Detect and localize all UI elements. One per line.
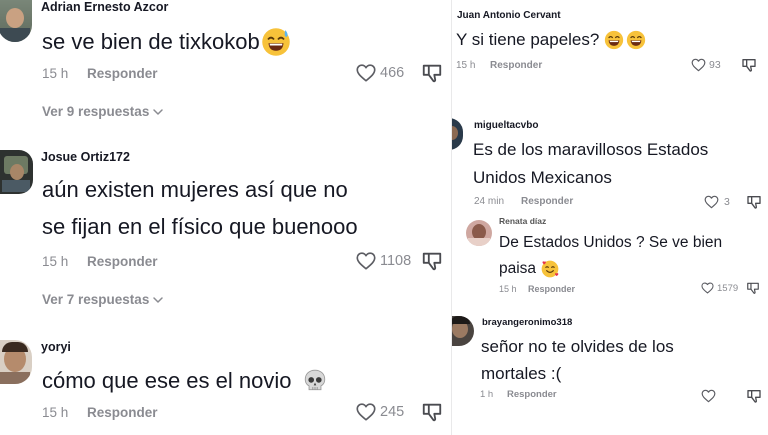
reply-button[interactable]: Responder [87, 405, 158, 420]
comment-time: 15 h [42, 66, 69, 81]
dislike-icon[interactable] [741, 57, 757, 73]
heart-icon [354, 250, 378, 272]
comment-username[interactable]: Adrian Ernesto Azcor [41, 0, 168, 14]
comment-item: brayangeronimo318 señor no te olvides de… [452, 310, 768, 435]
comment-item: Juan Antonio Cervant Y si tiene papeles?… [452, 0, 768, 95]
like-button[interactable]: 1108 [354, 250, 411, 272]
comment-text-body: Y si tiene papeles? [456, 30, 600, 49]
comment-text-body: cómo que ese es el novio [42, 368, 292, 393]
avatar[interactable] [0, 150, 33, 194]
right-comments-panel: Juan Antonio Cervant Y si tiene papeles?… [452, 0, 768, 435]
comment-username[interactable]: yoryi [41, 340, 71, 354]
comment-text-line2: Unidos Mexicanos [473, 168, 612, 187]
comment-time: 15 h [42, 405, 69, 420]
comment-item: migueltacvbo Es de los maravillosos Esta… [452, 112, 768, 212]
like-count: 245 [380, 404, 405, 420]
dislike-icon[interactable] [421, 401, 443, 423]
comment-text: cómo que ese es el novio [42, 368, 328, 394]
like-button[interactable] [700, 388, 717, 404]
comment-time: 15 h [42, 254, 69, 269]
heart-icon [700, 388, 717, 404]
comment-username[interactable]: Renata díaz [499, 216, 546, 226]
smiling-hearts-emoji-icon [540, 259, 560, 279]
view-replies-label: Ver 9 respuestas [42, 104, 150, 119]
like-button[interactable]: 466 [354, 62, 404, 84]
avatar[interactable] [466, 220, 492, 246]
like-count: 466 [380, 65, 405, 81]
sweat-smile-emoji-icon [261, 27, 291, 57]
like-count: 1579 [717, 282, 739, 294]
comment-text-body: se ve bien de tixkokob [42, 29, 260, 54]
comment-text: se ve bien de tixkokob [42, 27, 291, 57]
reply-button[interactable]: Responder [528, 284, 575, 294]
like-button[interactable]: 93 [690, 57, 721, 73]
reply-button[interactable]: Responder [490, 60, 542, 71]
heart-icon [690, 57, 707, 73]
comment-username[interactable]: brayangeronimo318 [482, 317, 572, 328]
comment-text-line1: aún existen mujeres así que no [42, 177, 348, 202]
comment-text-line1: Es de los maravillosos Estados [473, 140, 709, 159]
comment-username[interactable]: Josue Ortiz172 [41, 150, 130, 164]
heart-icon [354, 401, 378, 423]
comment-text-line2-wrap: paisa [499, 259, 560, 279]
heart-icon [354, 62, 378, 84]
comment-username[interactable]: migueltacvbo [474, 120, 538, 131]
heart-icon [703, 194, 720, 210]
comment-item: Renata díaz De Estados Unidos ? Se ve bi… [452, 212, 768, 302]
avatar[interactable] [0, 0, 32, 42]
comment-time: 15 h [456, 60, 476, 71]
reply-button[interactable]: Responder [87, 66, 158, 81]
like-count: 93 [709, 59, 721, 71]
chevron-down-icon [152, 294, 164, 306]
comment-time: 24 min [474, 196, 505, 207]
skull-emoji-icon [302, 368, 328, 394]
avatar[interactable] [452, 316, 474, 346]
comment-text-line2: paisa [499, 260, 537, 277]
view-replies-label: Ver 7 respuestas [42, 292, 150, 307]
comment-time: 1 h [480, 389, 494, 400]
comment-text-line2: mortales :( [481, 364, 562, 383]
avatar[interactable] [0, 340, 32, 384]
dislike-icon[interactable] [746, 194, 762, 210]
view-replies-button[interactable]: Ver 7 respuestas [42, 292, 164, 307]
like-button[interactable]: 245 [354, 401, 404, 423]
comment-username[interactable]: Juan Antonio Cervant [457, 10, 561, 21]
comment-text-line1: señor no te olvides de los [481, 337, 674, 356]
dislike-icon[interactable] [421, 250, 443, 272]
view-replies-button[interactable]: Ver 9 respuestas [42, 104, 164, 119]
dislike-icon[interactable] [421, 62, 443, 84]
dislike-icon[interactable] [746, 281, 760, 295]
comment-item: Josue Ortiz172 aún existen mujeres así q… [0, 140, 452, 315]
avatar[interactable] [452, 118, 463, 150]
reply-button[interactable]: Responder [507, 389, 557, 400]
laughing-emoji-icon [604, 30, 646, 50]
like-count: 1108 [380, 253, 412, 269]
comment-text: Y si tiene papeles? [456, 30, 646, 50]
like-count: 3 [724, 196, 730, 208]
like-button[interactable]: 3 [703, 194, 730, 210]
reply-button[interactable]: Responder [521, 196, 573, 207]
dislike-icon[interactable] [746, 388, 762, 404]
comment-text-line2: se fijan en el físico que buenooo [42, 214, 358, 239]
comment-item: yoryi cómo que ese es el novio 15 h Resp… [0, 330, 452, 435]
comment-text-line1: De Estados Unidos ? Se ve bien [499, 234, 723, 251]
heart-icon [700, 281, 715, 295]
reply-button[interactable]: Responder [87, 254, 158, 269]
comment-time: 15 h [499, 284, 517, 294]
like-button[interactable]: 1579 [700, 281, 738, 295]
chevron-down-icon [152, 106, 164, 118]
left-comments-panel: Adrian Ernesto Azcor se ve bien de tixko… [0, 0, 452, 435]
comment-item: Adrian Ernesto Azcor se ve bien de tixko… [0, 0, 452, 125]
